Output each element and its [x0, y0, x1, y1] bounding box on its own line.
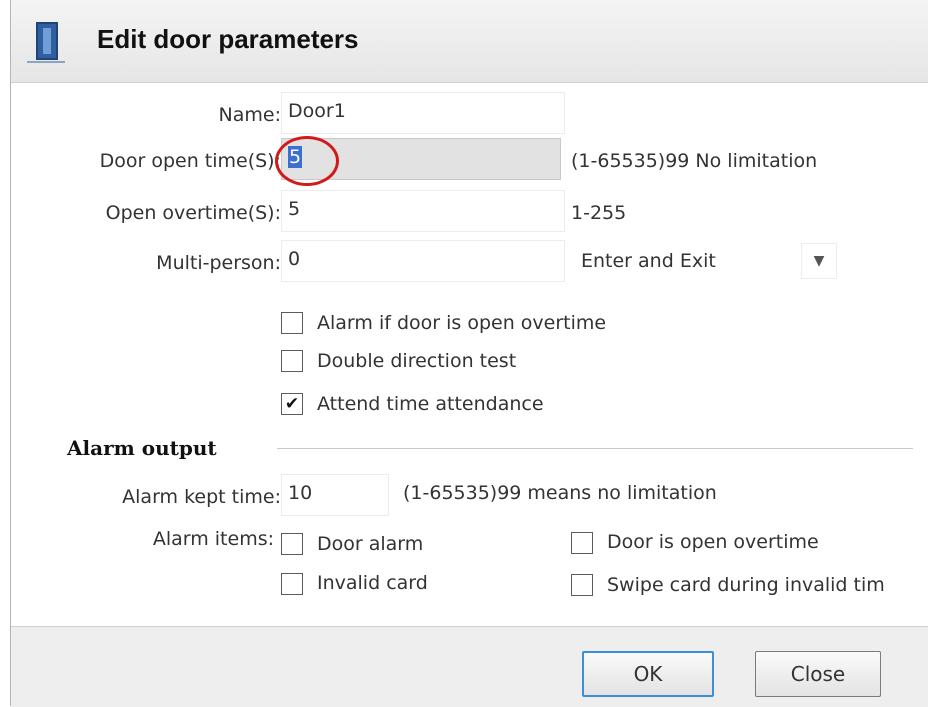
door-open-overtime-label: Door is open overtime [607, 531, 819, 553]
door-alarm-checkbox[interactable] [281, 533, 303, 555]
alarm-items-label: Alarm items: [152, 528, 274, 550]
name-label: Name: [218, 104, 281, 126]
alarm-overtime-checkbox[interactable] [281, 312, 303, 334]
alarm-output-heading: Alarm output [67, 436, 217, 460]
dialog-titlebar: Edit door parameters [11, 0, 928, 83]
open-overtime-hint: 1-255 [571, 202, 627, 224]
dialog-title: Edit door parameters [97, 24, 359, 54]
double-direction-checkbox[interactable] [281, 350, 303, 372]
swipe-invalid-time-label: Swipe card during invalid tim [607, 574, 885, 596]
name-input[interactable]: Door1 [281, 92, 565, 134]
alarm-kept-time-input[interactable]: 10 [281, 474, 389, 516]
edit-door-dialog: Edit door parameters Name: Door1 Door op… [10, 0, 928, 707]
direction-select[interactable]: Enter and Exit ▼ [569, 240, 849, 282]
open-overtime-input[interactable]: 5 [281, 190, 565, 232]
invalid-card-label: Invalid card [317, 572, 428, 594]
section-divider [277, 448, 913, 449]
chevron-down-icon[interactable]: ▼ [801, 243, 837, 279]
multi-person-label: Multi-person: [156, 252, 281, 274]
dialog-footer: OK Close [11, 626, 928, 707]
door-open-overtime-checkbox[interactable] [571, 532, 593, 554]
alarm-kept-time-label: Alarm kept time: [122, 486, 281, 508]
door-open-time-label: Door open time(S): [99, 150, 281, 172]
swipe-invalid-time-checkbox[interactable] [571, 574, 593, 596]
double-direction-label: Double direction test [317, 350, 517, 372]
title-icon-underline [27, 61, 65, 63]
alarm-overtime-label: Alarm if door is open overtime [317, 312, 607, 334]
open-overtime-label: Open overtime(S): [105, 202, 281, 224]
invalid-card-checkbox[interactable] [281, 573, 303, 595]
attend-time-checkbox[interactable]: ✔ [281, 393, 303, 415]
door-alarm-label: Door alarm [317, 533, 424, 555]
door-icon [36, 22, 58, 60]
alarm-kept-time-hint: (1-65535)99 means no limitation [403, 482, 717, 504]
attend-time-label: Attend time attendance [317, 393, 544, 415]
highlight-circle [275, 136, 339, 186]
ok-button[interactable]: OK [582, 651, 714, 697]
direction-select-value: Enter and Exit [581, 250, 716, 272]
close-button[interactable]: Close [755, 651, 881, 697]
door-open-time-hint: (1-65535)99 No limitation [571, 150, 818, 172]
multi-person-input[interactable]: 0 [281, 240, 565, 282]
